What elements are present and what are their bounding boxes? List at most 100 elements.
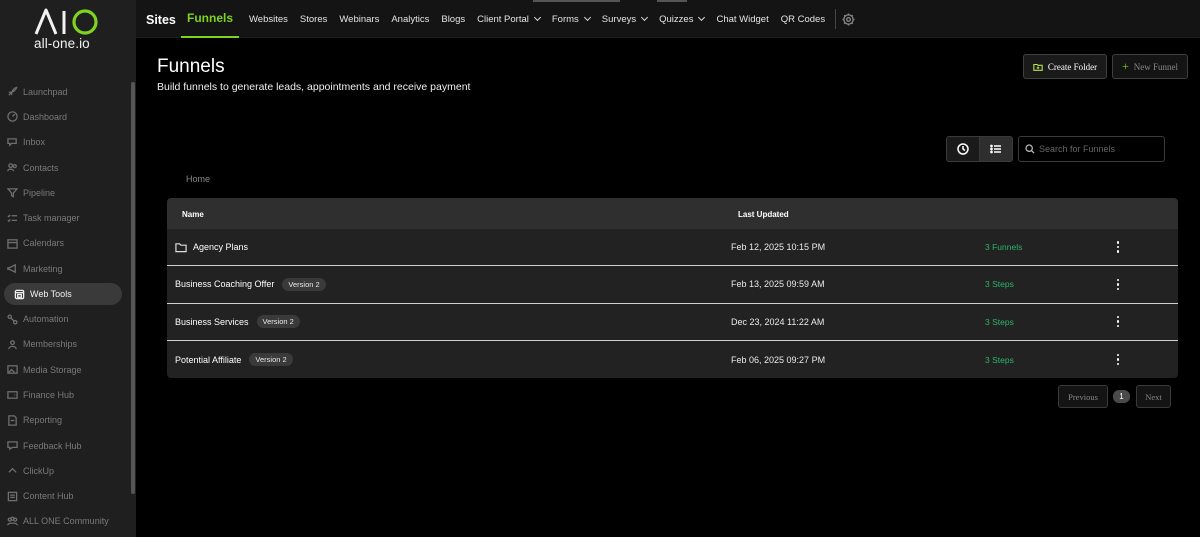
sidebar-item-automation[interactable]: Automation bbox=[0, 306, 130, 331]
sidebar-item-all-one-community[interactable]: ALL ONE Community bbox=[0, 509, 130, 534]
tab-funnels[interactable]: Funnels bbox=[181, 0, 240, 38]
funnels-table: Name Last Updated Agency Plans Feb 12, 20… bbox=[167, 198, 1178, 379]
sidebar-item-label: Memberships bbox=[23, 339, 78, 350]
sidebar-item-launchpad[interactable]: Launchpad bbox=[0, 79, 130, 104]
top-tabs: Funnels Websites Stores Webinars Analytics Bl… bbox=[181, 0, 855, 38]
sidebar-item-inbox[interactable]: Inbox bbox=[0, 130, 130, 155]
sidebar-item-label: Feedback Hub bbox=[23, 440, 82, 451]
sidebar-item-clickup[interactable]: ClickUp bbox=[0, 458, 130, 483]
row-last-updated: Dec 23, 2024 11:22 AM bbox=[731, 316, 825, 327]
tab-forms[interactable]: Forms bbox=[546, 0, 596, 38]
tab-stores[interactable]: Stores bbox=[294, 0, 333, 38]
current-page[interactable]: 1 bbox=[1113, 390, 1130, 403]
row-name[interactable]: Business Coaching Offer bbox=[175, 279, 274, 289]
new-funnel-label: New Funnel bbox=[1133, 61, 1179, 72]
sidebar-item-calendars[interactable]: Calendars bbox=[0, 231, 130, 256]
tab-blogs[interactable]: Blogs bbox=[435, 0, 471, 38]
sidebar-item-content-hub[interactable]: Content Hub bbox=[0, 483, 130, 508]
chevron-down-icon bbox=[533, 13, 541, 22]
sidebar-item-reporting[interactable]: Reporting bbox=[0, 408, 130, 433]
members-icon bbox=[7, 339, 18, 350]
tab-label: Analytics bbox=[391, 13, 430, 25]
column-last-updated[interactable]: Last Updated bbox=[738, 210, 789, 219]
create-folder-button[interactable]: Create Folder bbox=[1023, 54, 1107, 79]
row-name[interactable]: Agency Plans bbox=[193, 242, 248, 252]
row-last-updated: Feb 13, 2025 09:59 AM bbox=[731, 279, 825, 290]
image-icon bbox=[7, 364, 18, 375]
top-edge-artifact bbox=[533, 0, 620, 2]
more-options-icon[interactable] bbox=[1111, 304, 1125, 340]
chevron-down-icon bbox=[641, 13, 649, 22]
sidebar-item-media-storage[interactable]: Media Storage bbox=[0, 357, 130, 382]
sidebar-item-task-manager[interactable]: Task manager bbox=[0, 205, 130, 230]
table-row[interactable]: Business Services Version 2 Dec 23, 2024 1… bbox=[167, 303, 1178, 341]
list-view-button[interactable] bbox=[979, 137, 1012, 161]
tab-chat-widget[interactable]: Chat Widget bbox=[710, 0, 774, 38]
tab-analytics[interactable]: Analytics bbox=[385, 0, 435, 38]
sidebar-item-contacts[interactable]: Contacts bbox=[0, 155, 130, 180]
folder-plus-icon bbox=[1033, 63, 1043, 71]
row-count: 3 Steps bbox=[985, 354, 1014, 365]
sidebar-item-label: Content Hub bbox=[23, 491, 74, 502]
tab-qr-codes[interactable]: QR Codes bbox=[775, 0, 831, 38]
sidebar-item-memberships[interactable]: Memberships bbox=[0, 332, 130, 357]
breadcrumb[interactable]: Home bbox=[186, 174, 210, 184]
chevron-down-icon bbox=[698, 13, 706, 22]
table-row[interactable]: Potential Affiliate Version 2 Feb 06, 2025… bbox=[167, 340, 1178, 379]
row-last-updated: Feb 06, 2025 09:27 PM bbox=[731, 354, 826, 365]
search-box bbox=[1018, 136, 1165, 162]
sidebar-scrollbar[interactable] bbox=[131, 82, 135, 494]
sidebar-item-label: Automation bbox=[23, 314, 69, 325]
more-options-icon[interactable] bbox=[1111, 266, 1125, 302]
more-options-icon[interactable] bbox=[1111, 229, 1125, 265]
gear-icon[interactable] bbox=[842, 12, 855, 26]
tab-client-portal[interactable]: Client Portal bbox=[471, 0, 546, 38]
aio-logo-icon bbox=[34, 8, 98, 35]
row-count: 3 Steps bbox=[985, 279, 1014, 290]
previous-page-button[interactable]: Previous bbox=[1058, 385, 1108, 408]
tab-label: Surveys bbox=[601, 13, 637, 25]
sidebar-nav: Launchpad Dashboard Inbox Contacts Pipeline T… bbox=[0, 79, 130, 534]
more-options-icon[interactable] bbox=[1111, 341, 1125, 378]
version-badge: Version 2 bbox=[282, 277, 326, 291]
new-funnel-button[interactable]: + New Funnel bbox=[1112, 54, 1188, 79]
row-name-cell: Agency Plans bbox=[175, 229, 248, 265]
chat-icon bbox=[7, 137, 18, 148]
community-icon bbox=[7, 516, 18, 527]
tab-label: Webinars bbox=[339, 13, 380, 25]
sidebar-item-label: Finance Hub bbox=[23, 389, 75, 400]
sidebar-item-web-tools[interactable]: Web Tools bbox=[4, 283, 122, 306]
table-row[interactable]: Agency Plans Feb 12, 2025 10:15 PM 3 Funne… bbox=[167, 229, 1178, 267]
table-row[interactable]: Business Coaching Offer Version 2 Feb 13, … bbox=[167, 266, 1178, 304]
logo[interactable]: all-one.io bbox=[34, 8, 100, 52]
megaphone-icon bbox=[7, 263, 18, 274]
sites-title: Sites bbox=[146, 13, 176, 27]
table-header: Name Last Updated bbox=[167, 198, 1178, 229]
row-name[interactable]: Potential Affiliate bbox=[175, 355, 241, 365]
sidebar-item-pipeline[interactable]: Pipeline bbox=[0, 180, 130, 205]
row-name[interactable]: Business Services bbox=[175, 317, 249, 327]
row-count: 3 Steps bbox=[985, 316, 1014, 327]
tab-surveys[interactable]: Surveys bbox=[596, 0, 653, 38]
tab-websites[interactable]: Websites bbox=[243, 0, 294, 38]
sidebar-item-finance-hub[interactable]: Finance Hub bbox=[0, 382, 130, 407]
sidebar-item-label: Marketing bbox=[23, 263, 63, 274]
sidebar-item-label: ALL ONE Community bbox=[23, 516, 109, 527]
sidebar-item-label: Dashboard bbox=[23, 111, 68, 122]
sidebar-item-marketing[interactable]: Marketing bbox=[0, 256, 130, 281]
wallet-icon bbox=[7, 389, 18, 400]
tab-quizzes[interactable]: Quizzes bbox=[653, 0, 710, 38]
version-badge: Version 2 bbox=[256, 315, 300, 329]
recent-view-button[interactable] bbox=[947, 137, 979, 161]
content-icon bbox=[7, 491, 18, 502]
next-page-button[interactable]: Next bbox=[1136, 385, 1171, 408]
report-icon bbox=[7, 414, 18, 426]
search-input[interactable] bbox=[1039, 144, 1159, 154]
sidebar-item-dashboard[interactable]: Dashboard bbox=[0, 104, 130, 129]
sidebar-item-feedback-hub[interactable]: Feedback Hub bbox=[0, 433, 130, 458]
column-name[interactable]: Name bbox=[182, 210, 204, 219]
tab-label: Websites bbox=[249, 13, 288, 25]
funnel-icon bbox=[7, 187, 18, 198]
sidebar-item-label: Pipeline bbox=[23, 187, 56, 198]
tab-webinars[interactable]: Webinars bbox=[333, 0, 385, 38]
